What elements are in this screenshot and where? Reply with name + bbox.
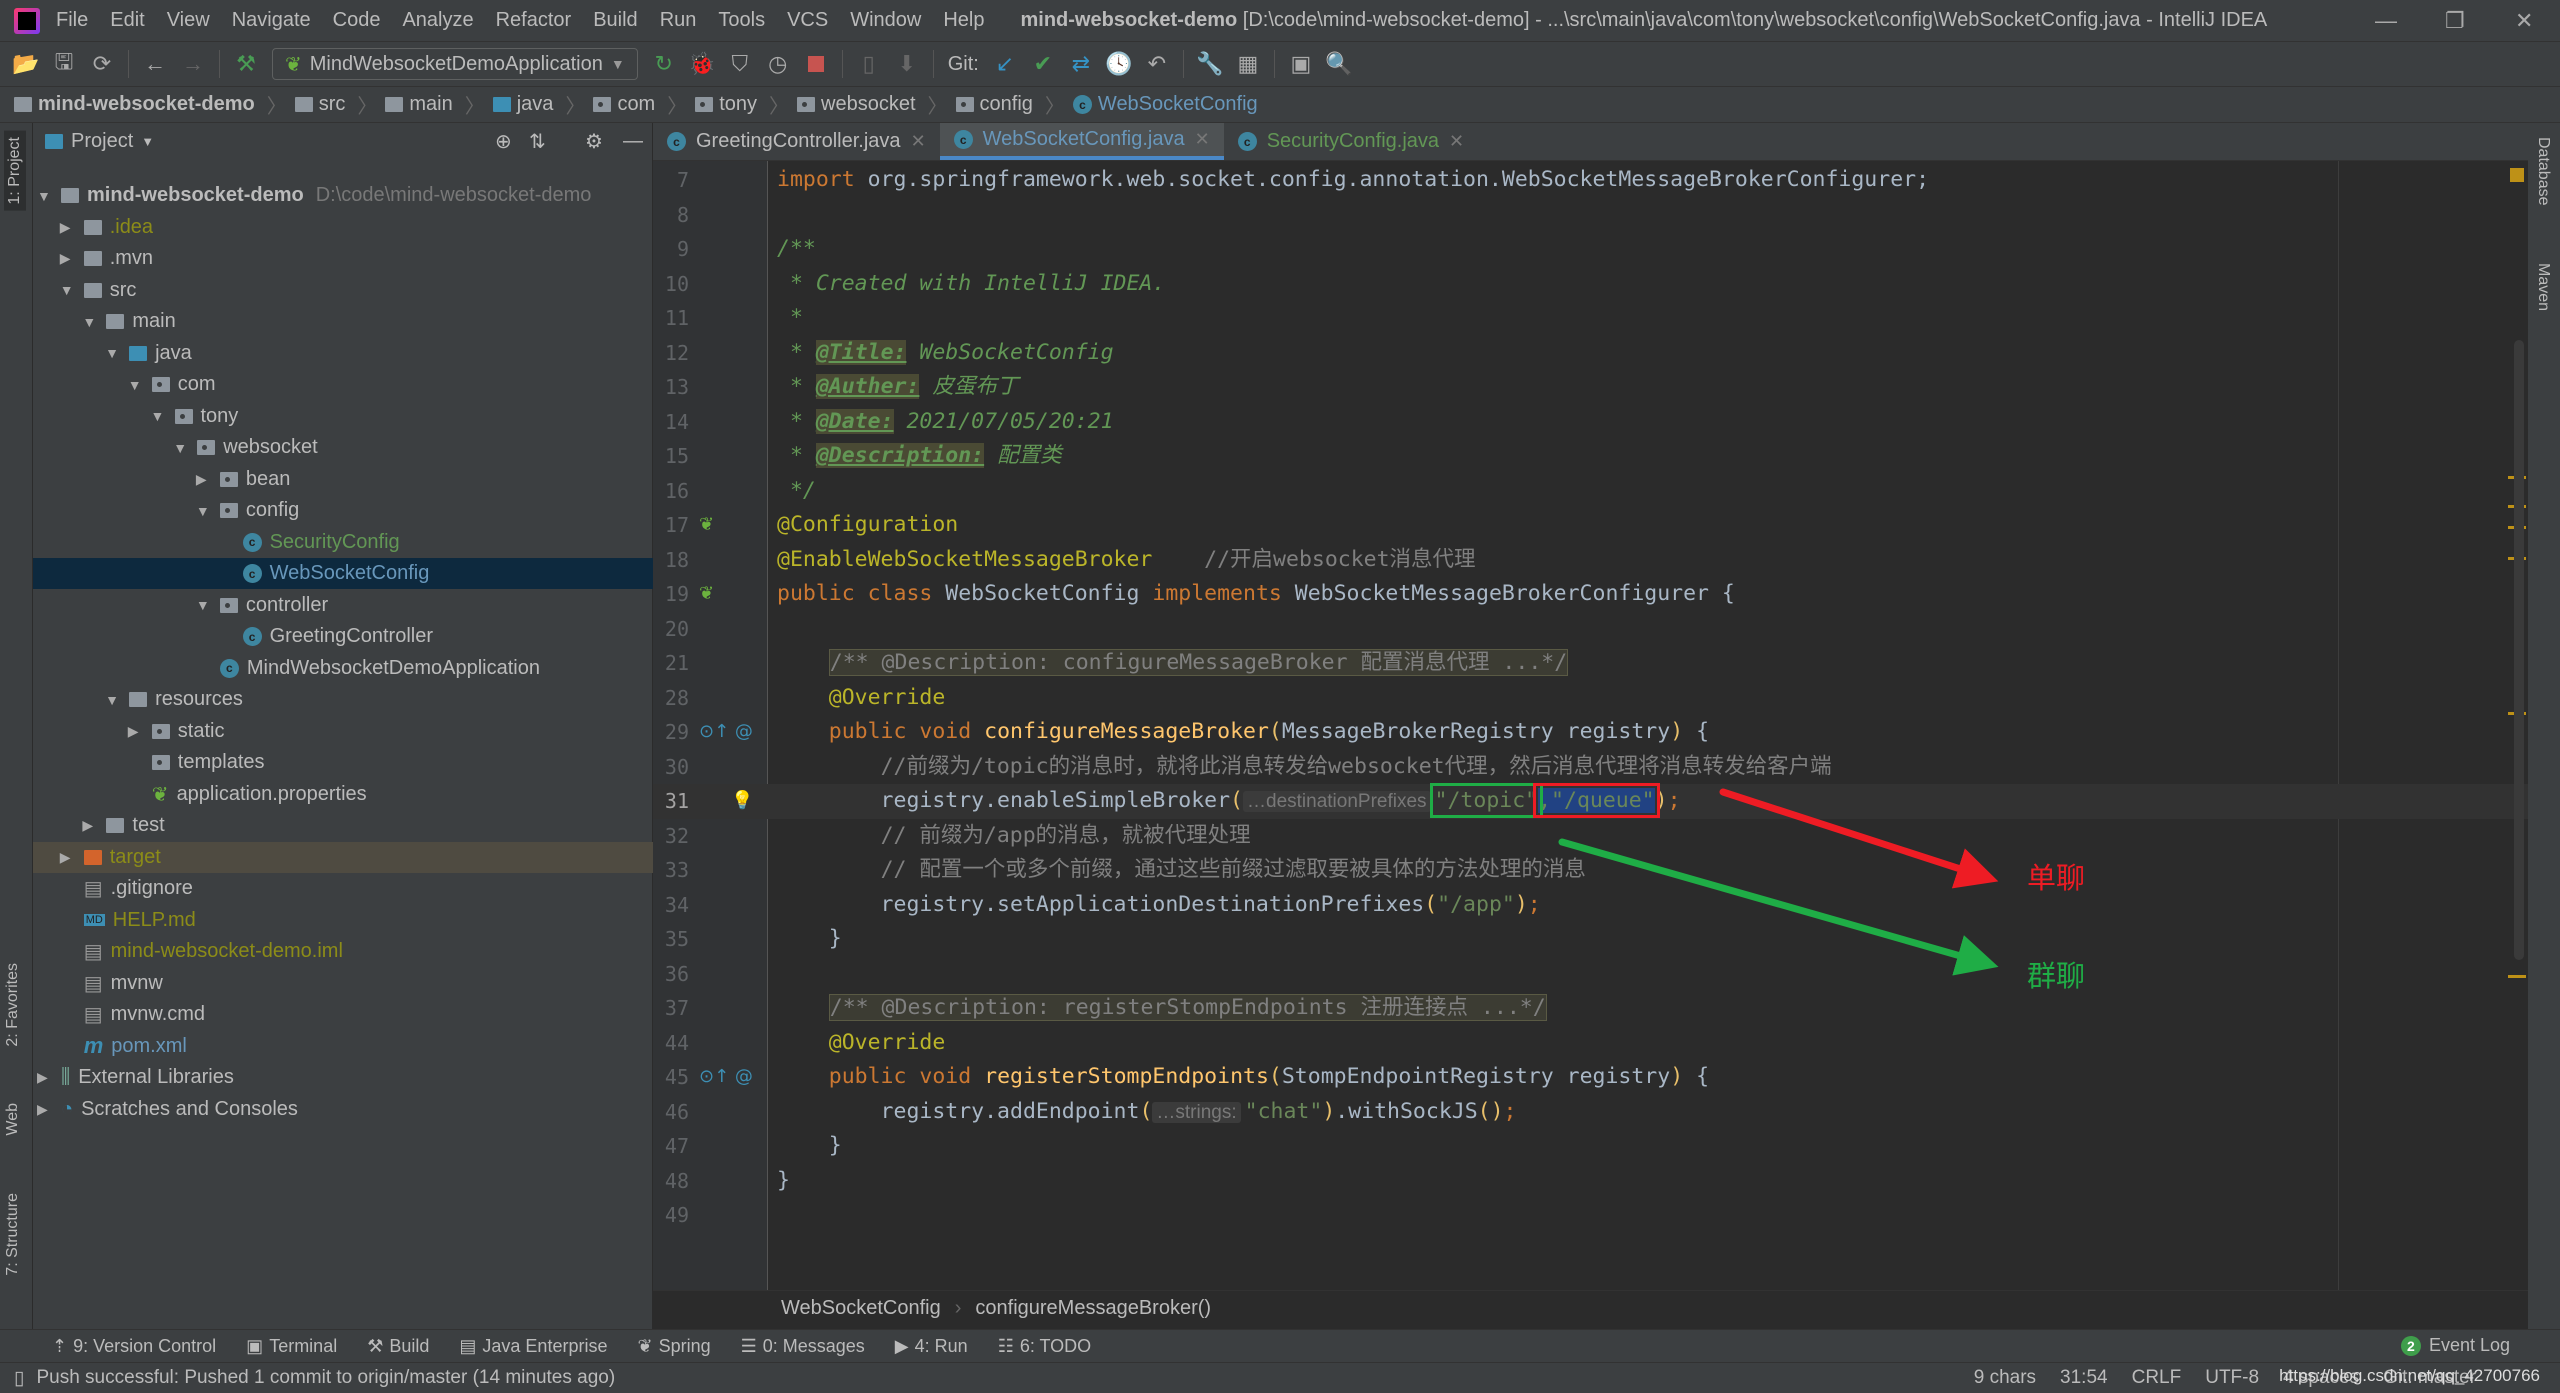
event-log-button[interactable]: 2 Event Log bbox=[2400, 1335, 2510, 1356]
tool-window-label: Terminal bbox=[269, 1335, 338, 1356]
event-log-label: Event Log bbox=[2428, 1335, 2510, 1355]
status-bar: ▯ Push successful: Pushed 1 commit to or… bbox=[0, 1362, 2560, 1393]
line-separator[interactable]: CRLF bbox=[2132, 1367, 2182, 1389]
tool-window-spring[interactable]: ❦ Spring bbox=[637, 1336, 710, 1357]
editor-crumb-class[interactable]: WebSocketConfig bbox=[781, 1297, 941, 1320]
group-chat-label: 群聊 bbox=[2027, 961, 2086, 993]
chevron-right-icon: › bbox=[954, 1297, 962, 1319]
editor-breadcrumb: WebSocketConfig › configureMessageBroker… bbox=[653, 1290, 2528, 1326]
tool-window-bar: ⇡ 9: Version Control ▣ Terminal ⚒ Build ▤ Java … bbox=[0, 1329, 2560, 1362]
editor-crumb-method[interactable]: configureMessageBroker() bbox=[975, 1297, 1211, 1320]
tool-window-messages[interactable]: ☰ 0: Messages bbox=[741, 1336, 865, 1357]
tool-window-icon: ☰ bbox=[740, 1335, 757, 1356]
watermark: https://blog.csdn.net/qq_42700766 bbox=[2279, 1366, 2540, 1385]
tool-window-run[interactable]: ▶ 4: Run bbox=[895, 1336, 968, 1357]
tool-window-build[interactable]: ⚒ Build bbox=[367, 1336, 429, 1357]
tool-window-icon: ⇡ bbox=[52, 1335, 68, 1356]
tool-window-label: Build bbox=[389, 1335, 430, 1356]
tool-window-versioncontrol[interactable]: ⇡ 9: Version Control bbox=[52, 1336, 216, 1357]
tool-window-terminal[interactable]: ▣ Terminal bbox=[246, 1336, 337, 1357]
tool-window-icon: ❦ bbox=[637, 1335, 653, 1356]
tool-window-icon: ⚒ bbox=[367, 1335, 384, 1356]
caret-position[interactable]: 31:54 bbox=[2060, 1367, 2108, 1389]
status-toggle-icon[interactable]: ▯ bbox=[14, 1367, 24, 1390]
tool-window-javaenterprise[interactable]: ▤ Java Enterprise bbox=[459, 1336, 607, 1357]
selection-chars: 9 chars bbox=[1973, 1367, 2037, 1388]
tool-window-label: Spring bbox=[658, 1335, 711, 1356]
annotation-arrows bbox=[1558, 788, 1999, 976]
tool-window-icon: ▶ bbox=[894, 1335, 909, 1356]
green-arrow bbox=[1558, 838, 1999, 976]
red-arrow bbox=[1719, 788, 1999, 889]
tool-window-label: 9: Version Control bbox=[73, 1335, 217, 1356]
tool-window-label: 4: Run bbox=[914, 1335, 968, 1356]
tool-window-icon: ☷ bbox=[997, 1335, 1014, 1356]
tool-window-todo[interactable]: ☷ 6: TODO bbox=[998, 1336, 1092, 1357]
tool-window-label: Java Enterprise bbox=[482, 1335, 608, 1356]
tool-window-icon: ▣ bbox=[246, 1335, 264, 1356]
status-message[interactable]: Push successful: Pushed 1 commit to orig… bbox=[36, 1367, 615, 1389]
tool-window-icon: ▤ bbox=[459, 1335, 477, 1356]
event-count-badge: 2 bbox=[2400, 1335, 2421, 1356]
file-encoding[interactable]: UTF-8 bbox=[2205, 1367, 2259, 1389]
tool-window-label: 6: TODO bbox=[1019, 1335, 1092, 1356]
tool-window-label: 0: Messages bbox=[762, 1335, 865, 1356]
single-chat-label: 单聊 bbox=[2027, 863, 2086, 895]
